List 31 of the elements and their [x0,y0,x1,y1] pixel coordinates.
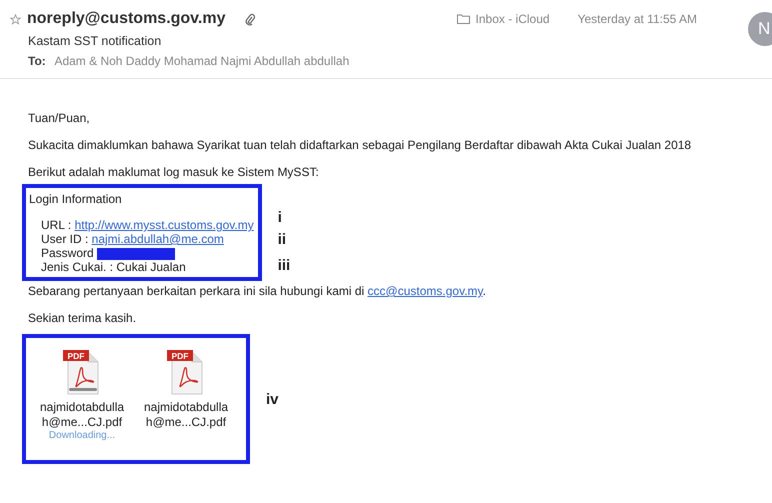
field-label: User ID : [41,232,90,246]
email-link[interactable]: ccc@customs.gov.my [368,284,483,298]
field-label: URL : [41,218,72,232]
received-time: Yesterday at 11:55 AM [578,12,697,26]
annotation-marker: iv [266,390,279,408]
annotation-marker: ii [278,231,286,248]
star-icon[interactable] [10,14,21,24]
greeting-text: Tuan/Puan, [28,111,91,125]
field-label: Password [41,246,95,260]
avatar-initial: N [758,19,770,39]
annotation-marker: i [278,209,282,226]
body-paragraph: Sukacita dimaklumkan bahawa Syarikat tuan telah didaftarkan sebagai Pengilang Berdaftar dibawah Akta Cukai Jualan 2018 [28,138,692,152]
file-name: najmidotabdulla [40,400,124,415]
annotation-marker: iii [278,257,290,274]
recipient-name: Adam & Noh Daddy Mohamad Najmi Abdullah abdullah [54,54,350,68]
file-name: h@me...CJ.pdf [146,415,226,430]
mailbox-label: Inbox - iCloud [476,12,550,26]
file-name: h@me...CJ.pdf [42,415,122,430]
file-name: najmidotabdulla [144,400,228,415]
closing-text: Sekian terima kasih. [28,311,138,325]
sender-address: noreply@customs.gov.my [27,10,226,28]
download-status: Downloading... [48,430,116,441]
contact-sentence: Sebarang pertanyaan berkaitan perkara ini sila hubungi kami di ccc@customs.gov.my. [28,284,487,298]
link[interactable]: najmi.abdullah@me.com [92,232,224,246]
to-label: To: [28,54,46,68]
folder-icon [456,14,470,24]
field-text: Jenis Cukai. : Cukai Jualan [41,260,186,274]
link[interactable]: http://www.mysst.customs.gov.my [74,218,254,232]
login-heading: Login Information [29,192,123,206]
body-paragraph: Berikut adalah maklumat log masuk ke Sistem MySST: [28,165,320,179]
email-subject: Kastam SST notification [28,34,162,48]
